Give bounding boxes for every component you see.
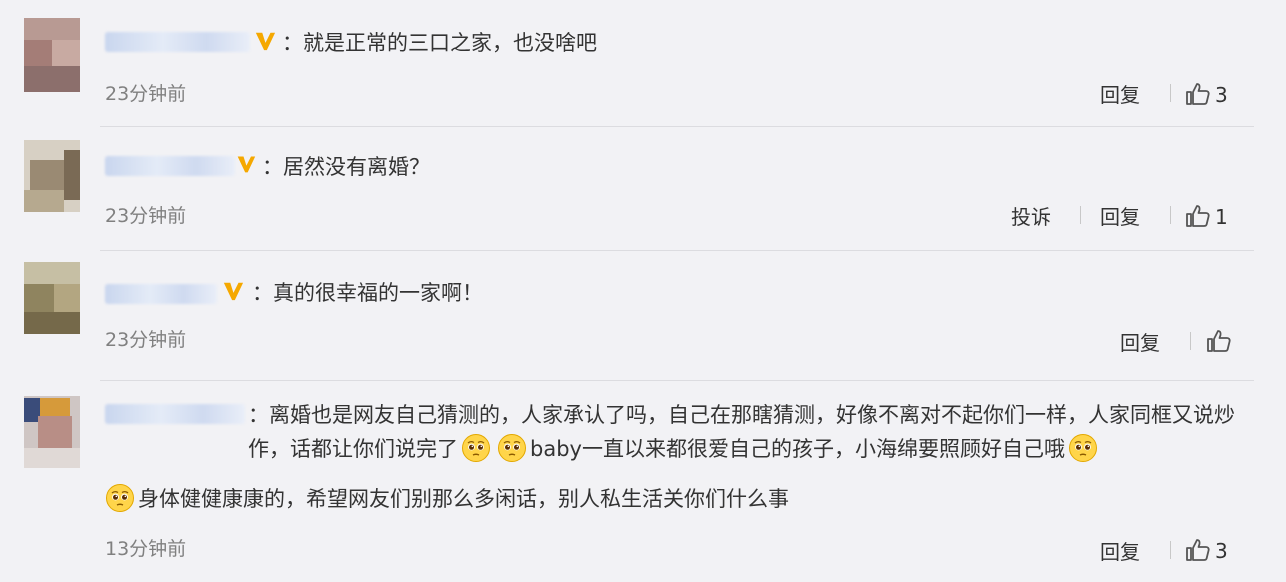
- timestamp: 23分钟前: [105, 205, 187, 227]
- verified-v-icon: [254, 30, 276, 52]
- divider: [1080, 206, 1081, 224]
- reply-button[interactable]: 回复: [1120, 327, 1160, 356]
- reply-button[interactable]: 回复: [1100, 201, 1140, 230]
- comment-text: ：离婚也是网友自己猜测的，人家承认了吗，自己在那瞎猜测，好像不离对不起你们一样，…: [248, 398, 1238, 466]
- comment-text-part: baby一直以来都很爱自己的孩子，小海绵要照顾好自己哦: [530, 437, 1065, 461]
- username[interactable]: [105, 404, 245, 424]
- comment-item: ：居然没有离婚？ 23分钟前 投诉 回复 1: [0, 128, 1286, 252]
- pleading-face-emoji: [105, 483, 135, 513]
- timestamp: 13分钟前: [105, 538, 187, 560]
- pleading-face-emoji: [497, 433, 527, 463]
- verified-v-icon: [236, 154, 256, 174]
- comment-text-line: 身体健健康康的，希望网友们别那么多闲话，别人私生活关你们什么事: [105, 482, 789, 516]
- pleading-face-emoji: [1068, 433, 1098, 463]
- divider: [1170, 84, 1171, 102]
- username[interactable]: [105, 32, 250, 52]
- verified-v-icon: [222, 280, 244, 302]
- thumbs-up-icon[interactable]: [1185, 204, 1211, 228]
- username[interactable]: [105, 156, 235, 176]
- comment-item: ：离婚也是网友自己猜测的，人家承认了吗，自己在那瞎猜测，好像不离对不起你们一样，…: [0, 382, 1286, 582]
- thumbs-up-icon[interactable]: [1185, 538, 1211, 562]
- thumbs-up-icon[interactable]: [1185, 82, 1211, 106]
- like-count: 3: [1215, 539, 1228, 563]
- timestamp: 23分钟前: [105, 329, 187, 351]
- pleading-face-emoji: [461, 433, 491, 463]
- divider: [1170, 206, 1171, 224]
- comment-text-part: 身体健健康康的，希望网友们别那么多闲话，别人私生活关你们什么事: [138, 487, 789, 511]
- like-count: 1: [1215, 205, 1228, 229]
- avatar[interactable]: [24, 140, 80, 212]
- timestamp: 23分钟前: [105, 83, 187, 105]
- reply-button[interactable]: 回复: [1100, 536, 1140, 565]
- comment-divider: [100, 126, 1254, 127]
- divider: [1190, 332, 1191, 350]
- comment-item: ：就是正常的三口之家，也没啥吧 23分钟前 回复 3: [0, 0, 1286, 128]
- avatar[interactable]: [24, 396, 80, 468]
- divider: [1170, 541, 1171, 559]
- thumbs-up-icon[interactable]: [1206, 329, 1232, 353]
- comment-divider: [100, 250, 1254, 251]
- avatar[interactable]: [24, 18, 80, 92]
- comment-text: ：真的很幸福的一家啊！: [252, 281, 483, 305]
- username[interactable]: [105, 284, 217, 304]
- report-button[interactable]: 投诉: [1011, 201, 1051, 230]
- comment-divider: [100, 380, 1254, 381]
- avatar[interactable]: [24, 262, 80, 334]
- like-count: 3: [1215, 83, 1228, 107]
- reply-button[interactable]: 回复: [1100, 79, 1140, 108]
- comment-text: ：居然没有离婚？: [262, 155, 430, 179]
- comment-item: ：真的很幸福的一家啊！ 23分钟前 回复: [0, 252, 1286, 382]
- comment-text: ：就是正常的三口之家，也没啥吧: [282, 31, 597, 55]
